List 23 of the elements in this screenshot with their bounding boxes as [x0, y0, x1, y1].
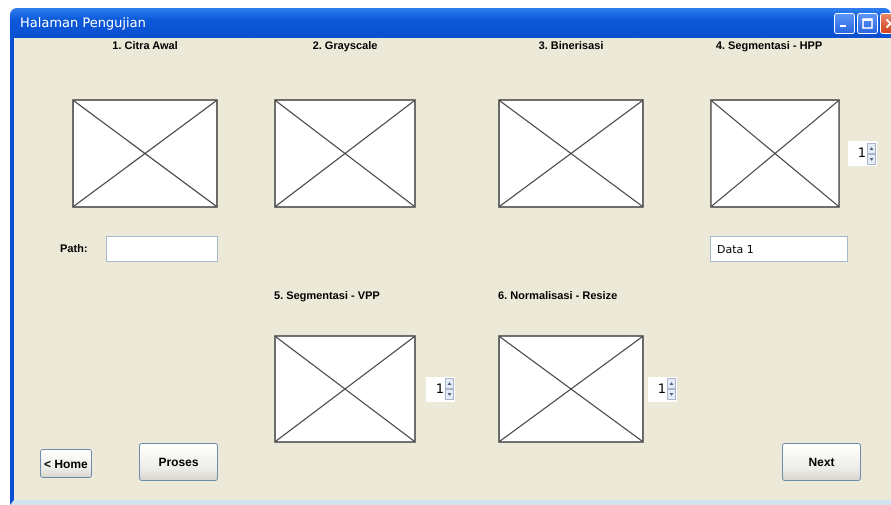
number-spinner[interactable]: 1	[648, 376, 677, 402]
path-label: Path:	[60, 243, 88, 255]
action-button[interactable]: Next	[782, 443, 861, 481]
action-button[interactable]: < Home	[40, 449, 92, 478]
minimize-icon	[840, 25, 846, 27]
maximize-button[interactable]	[857, 12, 878, 34]
window-title: Halaman Pengujian	[20, 16, 146, 30]
path-field[interactable]	[106, 236, 218, 262]
action-button[interactable]: Proses	[139, 443, 218, 481]
maximize-icon	[862, 18, 873, 28]
data-field[interactable]: Data 1	[710, 236, 848, 262]
image-label: 4. Segmentasi - HPP	[716, 40, 822, 52]
image-label: 1. Citra Awal	[112, 40, 178, 52]
image-label: 3. Binerisasi	[538, 40, 604, 52]
spinner-arrows-icon[interactable]	[445, 378, 454, 400]
spinner-arrows-icon[interactable]	[867, 142, 876, 164]
spinner-arrows-icon[interactable]	[667, 378, 676, 400]
minimize-button[interactable]	[834, 12, 855, 34]
number-spinner[interactable]: 1	[426, 376, 455, 402]
image-label: 2. Grayscale	[312, 40, 378, 52]
image-label: 5. Segmentasi - VPP	[274, 290, 380, 302]
image-label: 6. Normalisasi - Resize	[498, 290, 618, 302]
number-spinner[interactable]: 1	[848, 141, 877, 166]
